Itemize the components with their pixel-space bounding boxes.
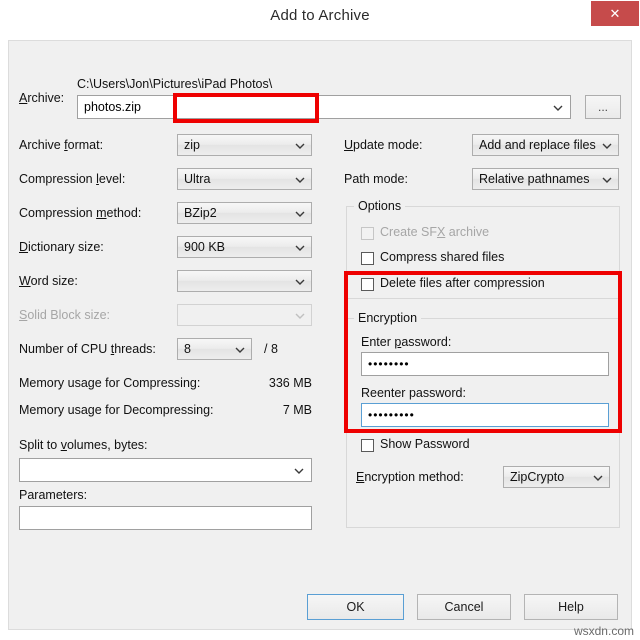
- memory-compress-value: 336 MB: [209, 376, 312, 390]
- path-mode-select[interactable]: Relative pathnames: [472, 168, 619, 190]
- chevron-down-icon: [295, 311, 304, 320]
- compress-shared-files-label: Compress shared files: [380, 250, 504, 264]
- compression-method-select[interactable]: BZip2: [177, 202, 312, 224]
- chevron-down-icon: [295, 243, 304, 252]
- update-mode-value: Add and replace files: [479, 138, 596, 152]
- ok-button[interactable]: OK: [307, 594, 404, 620]
- options-group-title: Options: [354, 199, 405, 213]
- cpu-threads-label: Number of CPU threads:: [19, 342, 156, 356]
- reenter-password-label: Reenter password:: [361, 386, 466, 400]
- show-password-label: Show Password: [380, 437, 470, 451]
- compression-level-label: Compression level:: [19, 172, 125, 186]
- encryption-method-label: Encryption method:: [356, 470, 464, 484]
- compression-method-value: BZip2: [184, 206, 289, 220]
- memory-decompress-label: Memory usage for Decompressing:: [19, 403, 214, 417]
- checkbox-box: [361, 252, 374, 265]
- solid-block-size-select: [177, 304, 312, 326]
- reenter-password-value: •••••••••: [368, 408, 602, 422]
- compression-level-value: Ultra: [184, 172, 289, 186]
- split-volumes-input[interactable]: [19, 458, 312, 482]
- archive-path: C:\Users\Jon\Pictures\iPad Photos\: [77, 77, 272, 91]
- create-sfx-archive-label: Create SFX archive: [380, 225, 489, 239]
- checkbox-box: [361, 227, 374, 240]
- cpu-threads-max: / 8: [264, 342, 278, 356]
- path-mode-label: Path mode:: [344, 172, 408, 186]
- chevron-down-icon: [294, 466, 303, 475]
- encryption-group-title: Encryption: [354, 311, 421, 325]
- chevron-down-icon: [295, 141, 304, 150]
- dictionary-size-value: 900 KB: [184, 240, 289, 254]
- parameters-label: Parameters:: [19, 488, 87, 502]
- path-mode-value: Relative pathnames: [479, 172, 596, 186]
- page-title: Add to Archive: [0, 7, 640, 24]
- archive-filename-input[interactable]: photos.zip: [77, 95, 571, 119]
- update-mode-select[interactable]: Add and replace files: [472, 134, 619, 156]
- dialog-body: Archive: C:\Users\Jon\Pictures\iPad Phot…: [8, 40, 632, 630]
- archive-format-select[interactable]: zip: [177, 134, 312, 156]
- reenter-password-input[interactable]: •••••••••: [361, 403, 609, 427]
- chevron-down-icon: [593, 473, 602, 482]
- enter-password-value: ••••••••: [368, 357, 602, 371]
- add-to-archive-dialog: Add to Archive ✕ Archive: C:\Users\Jon\P…: [0, 0, 640, 640]
- word-size-select[interactable]: [177, 270, 312, 292]
- checkbox-box: [361, 278, 374, 291]
- dictionary-size-label: Dictionary size:: [19, 240, 104, 254]
- archive-format-label: Archive format:: [19, 138, 103, 152]
- close-icon[interactable]: ✕: [591, 1, 639, 26]
- browse-button[interactable]: ...: [585, 95, 621, 119]
- word-size-label: Word size:: [19, 274, 78, 288]
- cpu-threads-select[interactable]: 8: [177, 338, 252, 360]
- delete-files-after-compression-label: Delete files after compression: [380, 276, 545, 290]
- archive-format-value: zip: [184, 138, 289, 152]
- memory-decompress-value: 7 MB: [209, 403, 312, 417]
- chevron-down-icon: [602, 141, 611, 150]
- checkbox-box: [361, 439, 374, 452]
- enter-password-input[interactable]: ••••••••: [361, 352, 609, 376]
- chevron-down-icon: [235, 345, 244, 354]
- compression-level-select[interactable]: Ultra: [177, 168, 312, 190]
- encryption-method-value: ZipCrypto: [510, 470, 587, 484]
- encryption-method-select[interactable]: ZipCrypto: [503, 466, 610, 488]
- cancel-button[interactable]: Cancel: [417, 594, 511, 620]
- parameters-input[interactable]: [19, 506, 312, 530]
- chevron-down-icon: [295, 277, 304, 286]
- chevron-down-icon: [295, 209, 304, 218]
- chevron-down-icon: [295, 175, 304, 184]
- cpu-threads-value: 8: [184, 342, 229, 356]
- chevron-down-icon: [553, 103, 562, 112]
- solid-block-size-label: Solid Block size:: [19, 308, 110, 322]
- split-volumes-label: Split to volumes, bytes:: [19, 438, 148, 452]
- archive-filename-value: photos.zip: [84, 100, 546, 114]
- archive-label: Archive:: [19, 91, 64, 105]
- update-mode-label: Update mode:: [344, 138, 423, 152]
- chevron-down-icon: [602, 175, 611, 184]
- memory-compress-label: Memory usage for Compressing:: [19, 376, 200, 390]
- watermark: wsxdn.com: [574, 624, 634, 638]
- dictionary-size-select[interactable]: 900 KB: [177, 236, 312, 258]
- title-bar: Add to Archive ✕: [0, 0, 640, 33]
- help-button[interactable]: Help: [524, 594, 618, 620]
- compression-method-label: Compression method:: [19, 206, 141, 220]
- enter-password-label: Enter password:: [361, 335, 451, 349]
